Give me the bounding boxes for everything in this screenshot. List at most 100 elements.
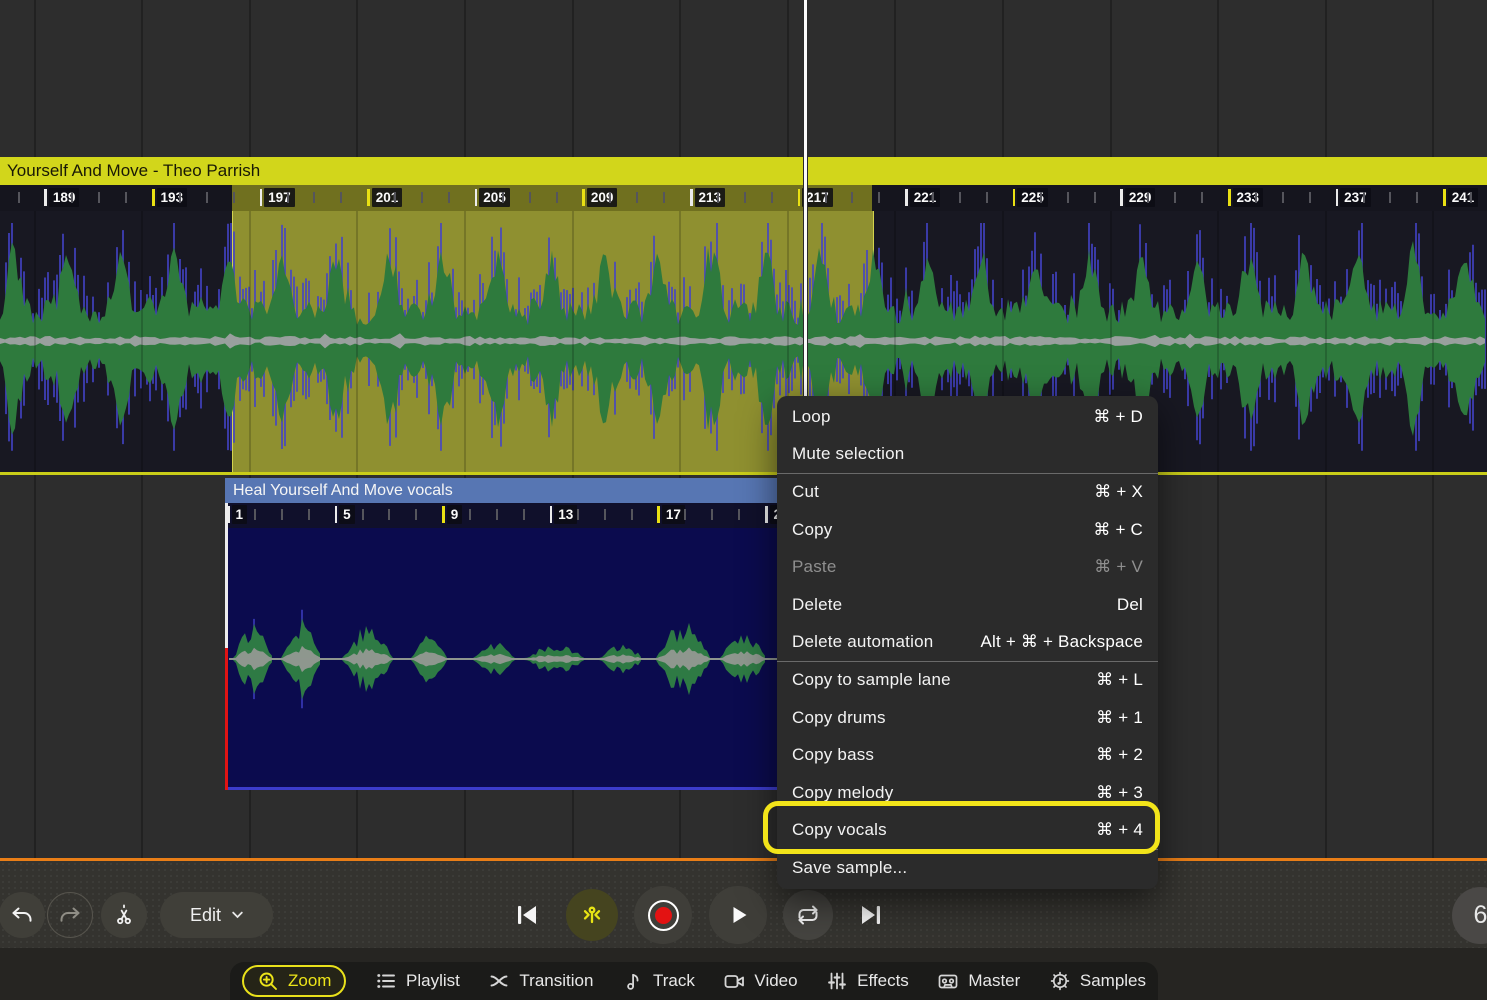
skip-to-start-button[interactable] bbox=[512, 900, 542, 930]
menu-item-copy-vocals[interactable]: Copy vocals⌘ + 4 bbox=[777, 811, 1158, 848]
tab-video[interactable]: Video bbox=[723, 970, 797, 992]
ruler-label: 213 bbox=[695, 188, 726, 207]
skip-to-end-button[interactable] bbox=[856, 900, 886, 930]
menu-item-mute-selection[interactable]: Mute selection bbox=[777, 435, 1158, 472]
ruler-tick bbox=[233, 192, 235, 203]
ruler-tick bbox=[631, 509, 633, 520]
ruler-tick bbox=[98, 192, 100, 203]
snap-icon bbox=[579, 902, 605, 928]
partial-right-button[interactable]: 6 bbox=[1452, 887, 1487, 944]
ruler-tick bbox=[609, 192, 611, 203]
menu-item-shortcut: ⌘ + V bbox=[1094, 557, 1143, 577]
ruler-tick bbox=[1013, 189, 1016, 206]
ruler-label: 229 bbox=[1125, 188, 1156, 207]
menu-item-label: Copy vocals bbox=[792, 820, 887, 840]
menu-item-copy-melody[interactable]: Copy melody⌘ + 3 bbox=[777, 774, 1158, 811]
menu-item-shortcut: ⌘ + 2 bbox=[1096, 745, 1143, 765]
ruler-tick bbox=[1416, 192, 1418, 203]
master-icon bbox=[937, 970, 959, 992]
grid-line bbox=[1325, 211, 1327, 472]
redo-button[interactable] bbox=[47, 892, 93, 938]
menu-item-copy-drums[interactable]: Copy drums⌘ + 1 bbox=[777, 699, 1158, 736]
ruler-label: 9 bbox=[447, 505, 463, 524]
tab-label: Transition bbox=[519, 971, 593, 991]
context-menu: Loop ⌘ + D Mute selectionCut⌘ + XCopy⌘ + C… bbox=[777, 396, 1158, 889]
ruler-tick bbox=[415, 509, 417, 520]
undo-button[interactable] bbox=[0, 892, 45, 938]
tab-zoom[interactable]: Zoom bbox=[242, 965, 346, 997]
bottom-tab-bar: Zoom Playlist Transition Track Video Effects M… bbox=[230, 962, 1158, 1000]
ruler-tick bbox=[798, 189, 801, 206]
play-button[interactable] bbox=[709, 886, 767, 944]
tab-label: Master bbox=[968, 971, 1020, 991]
chevron-down-icon bbox=[232, 911, 243, 919]
menu-item-loop[interactable]: Loop ⌘ + D bbox=[777, 398, 1158, 435]
cut-tool-button[interactable] bbox=[101, 892, 147, 938]
menu-item-label: Delete bbox=[792, 595, 842, 615]
track1-waveform-area[interactable] bbox=[0, 211, 1487, 472]
ruler-tick bbox=[1443, 189, 1446, 206]
track-icon bbox=[622, 970, 644, 992]
ruler-tick bbox=[1255, 192, 1257, 203]
tab-playlist[interactable]: Playlist bbox=[375, 970, 460, 992]
menu-item-copy-to-sample-lane[interactable]: Copy to sample lane⌘ + L bbox=[777, 662, 1158, 699]
menu-item-save-sample[interactable]: Save sample... bbox=[777, 850, 1158, 887]
menu-item-label: Loop bbox=[792, 407, 831, 427]
menu-item-label: Copy drums bbox=[792, 708, 886, 728]
menu-item-shortcut: ⌘ + 3 bbox=[1096, 783, 1143, 803]
menu-item-delete-automation[interactable]: Delete automationAlt + ⌘ + Backspace bbox=[777, 623, 1158, 660]
grid-line bbox=[1217, 211, 1219, 472]
tab-samples[interactable]: Samples bbox=[1049, 970, 1146, 992]
ruler-tick bbox=[878, 192, 880, 203]
ruler-tick bbox=[44, 189, 47, 206]
track1-clip-header[interactable]: Yourself And Move - Theo Parrish bbox=[0, 157, 1487, 185]
ruler-tick bbox=[496, 509, 498, 520]
scissors-icon bbox=[112, 903, 136, 927]
grid-line bbox=[572, 211, 574, 472]
tab-master[interactable]: Master bbox=[937, 970, 1020, 992]
ruler-tick bbox=[825, 192, 827, 203]
selection-region-ruler bbox=[232, 185, 872, 211]
ruler-tick bbox=[771, 192, 773, 203]
tab-track[interactable]: Track bbox=[622, 970, 695, 992]
ruler-tick bbox=[711, 509, 713, 520]
record-button[interactable] bbox=[634, 886, 692, 944]
ruler-tick bbox=[1120, 189, 1123, 206]
ruler-label: 13 bbox=[554, 505, 577, 524]
menu-item-delete[interactable]: DeleteDel bbox=[777, 586, 1158, 623]
ruler-tick bbox=[206, 192, 208, 203]
ruler-tick bbox=[550, 506, 553, 523]
menu-item-cut[interactable]: Cut⌘ + X bbox=[777, 474, 1158, 511]
ruler-tick bbox=[254, 509, 256, 520]
ruler-label: 241 bbox=[1448, 188, 1479, 207]
menu-item-label: Save sample... bbox=[792, 858, 907, 878]
edit-dropdown[interactable]: Edit bbox=[160, 892, 273, 938]
menu-item-copy[interactable]: Copy⌘ + C bbox=[777, 511, 1158, 548]
ruler-tick bbox=[684, 509, 686, 520]
ruler-tick bbox=[717, 192, 719, 203]
ruler-tick bbox=[765, 506, 768, 523]
ruler-label: 209 bbox=[587, 188, 618, 207]
ruler-tick bbox=[523, 509, 525, 520]
snap-button[interactable] bbox=[566, 889, 618, 941]
menu-item-shortcut: ⌘ + D bbox=[1093, 407, 1143, 427]
ruler-tick bbox=[556, 192, 558, 203]
ruler-label: 201 bbox=[372, 188, 403, 207]
samples-icon bbox=[1049, 970, 1071, 992]
track1-ruler[interactable]: 1891931972012052092132172212252292332372… bbox=[0, 185, 1487, 211]
ruler-tick bbox=[421, 192, 423, 203]
menu-item-copy-bass[interactable]: Copy bass⌘ + 2 bbox=[777, 737, 1158, 774]
redo-icon bbox=[58, 903, 82, 927]
tab-transition[interactable]: Transition bbox=[488, 970, 593, 992]
ruler-tick bbox=[582, 189, 585, 206]
menu-item-paste[interactable]: Paste⌘ + V bbox=[777, 549, 1158, 586]
repeat-button[interactable] bbox=[783, 890, 833, 940]
ruler-tick bbox=[932, 192, 934, 203]
ruler-tick bbox=[281, 509, 283, 520]
ruler-tick bbox=[1470, 192, 1472, 203]
grid-line bbox=[679, 211, 681, 472]
grid-line bbox=[141, 211, 143, 472]
ruler-tick bbox=[1228, 189, 1231, 206]
tab-effects[interactable]: Effects bbox=[826, 970, 909, 992]
ruler-tick bbox=[1389, 192, 1391, 203]
